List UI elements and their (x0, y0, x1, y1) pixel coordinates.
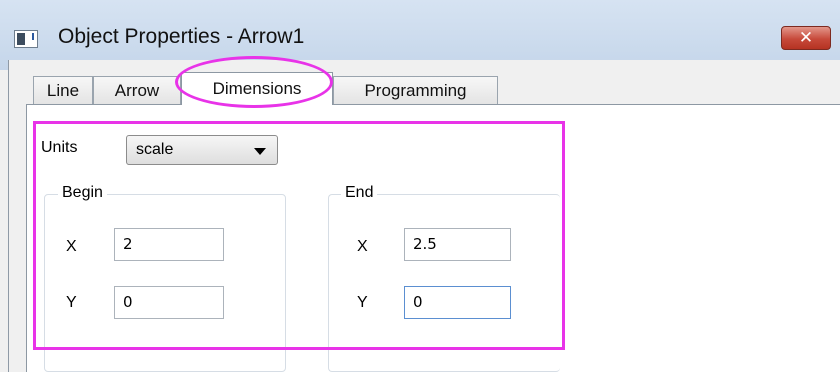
tab-arrow[interactable]: Arrow (93, 76, 181, 104)
tab-programming[interactable]: Programming (333, 76, 498, 104)
close-icon: ✕ (798, 28, 814, 47)
object-properties-dialog: Object Properties - Arrow1 ✕ Line Arrow … (0, 0, 840, 372)
window-title: Object Properties - Arrow1 (58, 25, 305, 48)
dimensions-tab-highlight (175, 56, 333, 108)
dimensions-section-highlight (33, 121, 565, 350)
close-button[interactable]: ✕ (781, 26, 831, 50)
tab-line[interactable]: Line (33, 76, 93, 104)
app-icon (14, 30, 38, 48)
